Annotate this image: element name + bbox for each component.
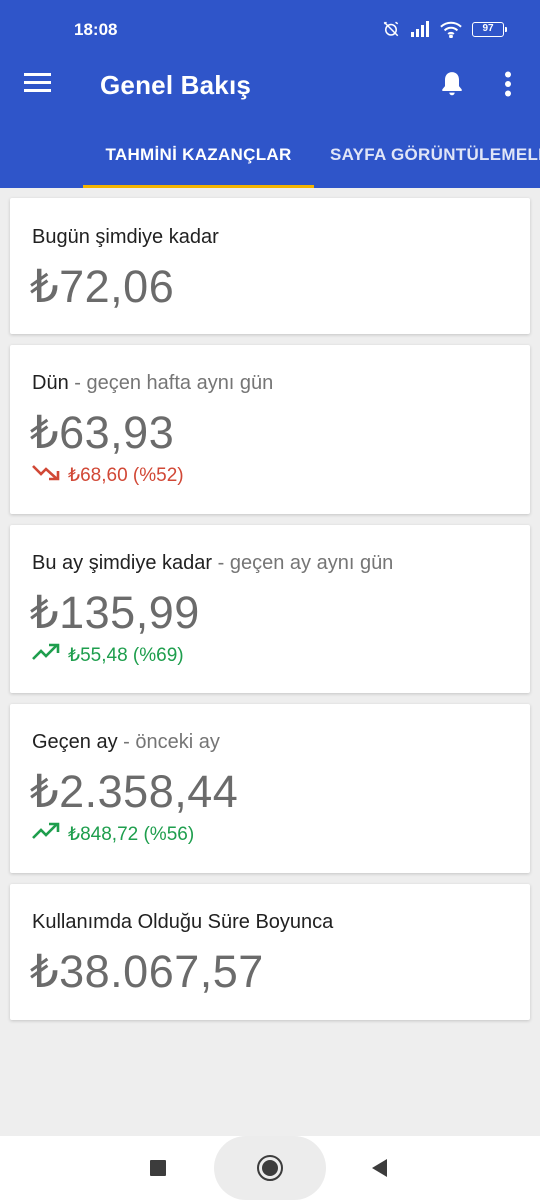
- card-label-main: Kullanımda Olduğu Süre Boyunca: [32, 911, 334, 933]
- system-nav-bar: [0, 1136, 540, 1200]
- card-change-value: ₺68,60 (%52): [68, 464, 184, 486]
- earnings-card-yesterday[interactable]: Dün - geçen hafta aynı gün ₺63,93 ₺68,60…: [10, 345, 530, 514]
- card-label: Geçen ay - önceki ay: [32, 731, 220, 754]
- earnings-card-today[interactable]: Bugün şimdiye kadar ₺72,06: [10, 198, 530, 334]
- app-bar: Genel Bakış TAHMİNİ KAZANÇLAR SAYFA GÖRÜ…: [0, 44, 540, 188]
- card-value: ₺2.358,44: [30, 766, 239, 817]
- status-time: 18:08: [74, 20, 118, 39]
- recents-button[interactable]: [150, 1160, 166, 1176]
- tab-estimated-earnings[interactable]: TAHMİNİ KAZANÇLAR: [83, 132, 314, 188]
- card-change: ₺848,72 (%56): [32, 822, 194, 846]
- more-vert-icon: [504, 71, 512, 102]
- card-change: ₺68,60 (%52): [32, 463, 184, 487]
- earnings-card-lifetime[interactable]: Kullanımda Olduğu Süre Boyunca ₺38.067,5…: [10, 884, 530, 1020]
- status-icons: 97: [382, 20, 507, 38]
- card-value: ₺63,93: [30, 407, 175, 458]
- trending-down-icon: [32, 463, 60, 487]
- card-value: ₺72,06: [30, 261, 175, 312]
- status-bar: 18:08 97: [0, 0, 540, 44]
- trending-up-icon: [32, 822, 60, 846]
- hamburger-icon: [24, 71, 52, 98]
- earnings-card-this-month[interactable]: Bu ay şimdiye kadar - geçen ay aynı gün …: [10, 525, 530, 693]
- card-label: Kullanımda Olduğu Süre Boyunca: [32, 911, 333, 934]
- card-label-comparison: - geçen ay aynı gün: [212, 552, 394, 574]
- bell-icon: [439, 70, 465, 103]
- card-label: Bugün şimdiye kadar: [32, 226, 219, 249]
- card-label: Bu ay şimdiye kadar - geçen ay aynı gün: [32, 552, 393, 575]
- tab-page-views[interactable]: SAYFA GÖRÜNTÜLEMELER: [330, 132, 540, 188]
- back-triangle-icon: [370, 1159, 388, 1182]
- alarm-off-icon: [382, 20, 400, 38]
- notifications-button[interactable]: [430, 66, 474, 106]
- earnings-card-last-month[interactable]: Geçen ay - önceki ay ₺2.358,44 ₺848,72 (…: [10, 704, 530, 873]
- card-label-comparison: - geçen hafta aynı gün: [68, 372, 274, 394]
- card-label-main: Geçen ay: [32, 731, 118, 753]
- card-change: ₺55,48 (%69): [32, 643, 184, 667]
- card-label-comparison: - önceki ay: [117, 731, 220, 753]
- card-label-main: Bugün şimdiye kadar: [32, 226, 219, 248]
- back-button[interactable]: [370, 1158, 388, 1183]
- wifi-icon: [440, 21, 462, 38]
- card-value: ₺135,99: [30, 587, 200, 638]
- card-change-value: ₺55,48 (%69): [68, 644, 184, 666]
- page-title: Genel Bakış: [100, 70, 252, 100]
- card-label-main: Dün: [32, 372, 69, 394]
- battery-icon: 97: [472, 21, 507, 37]
- card-label-main: Bu ay şimdiye kadar: [32, 552, 213, 574]
- card-label: Dün - geçen hafta aynı gün: [32, 372, 273, 395]
- home-button[interactable]: [257, 1155, 283, 1181]
- card-change-value: ₺848,72 (%56): [68, 823, 195, 845]
- trending-up-icon: [32, 643, 60, 667]
- menu-button[interactable]: [16, 66, 60, 102]
- signal-icon: [410, 21, 430, 37]
- more-options-button[interactable]: [490, 66, 526, 106]
- card-value: ₺38.067,57: [30, 946, 264, 997]
